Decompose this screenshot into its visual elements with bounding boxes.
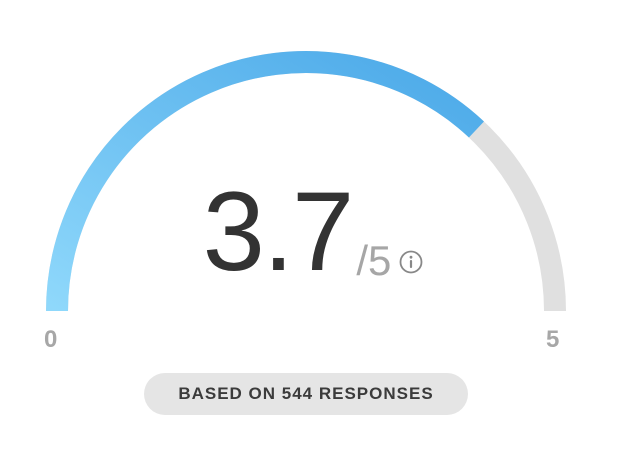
score-display: 3.7 /5 (0, 168, 626, 288)
gauge-max-label: 5 (546, 326, 560, 353)
responses-label: BASED ON 544 RESPONSES (178, 384, 434, 403)
gauge-min-label: 0 (44, 326, 58, 353)
score-value: 3.7 (202, 169, 355, 294)
score-max-suffix: /5 (356, 237, 392, 284)
responses-badge: BASED ON 544 RESPONSES (144, 373, 468, 415)
info-circle-icon[interactable] (399, 250, 423, 274)
